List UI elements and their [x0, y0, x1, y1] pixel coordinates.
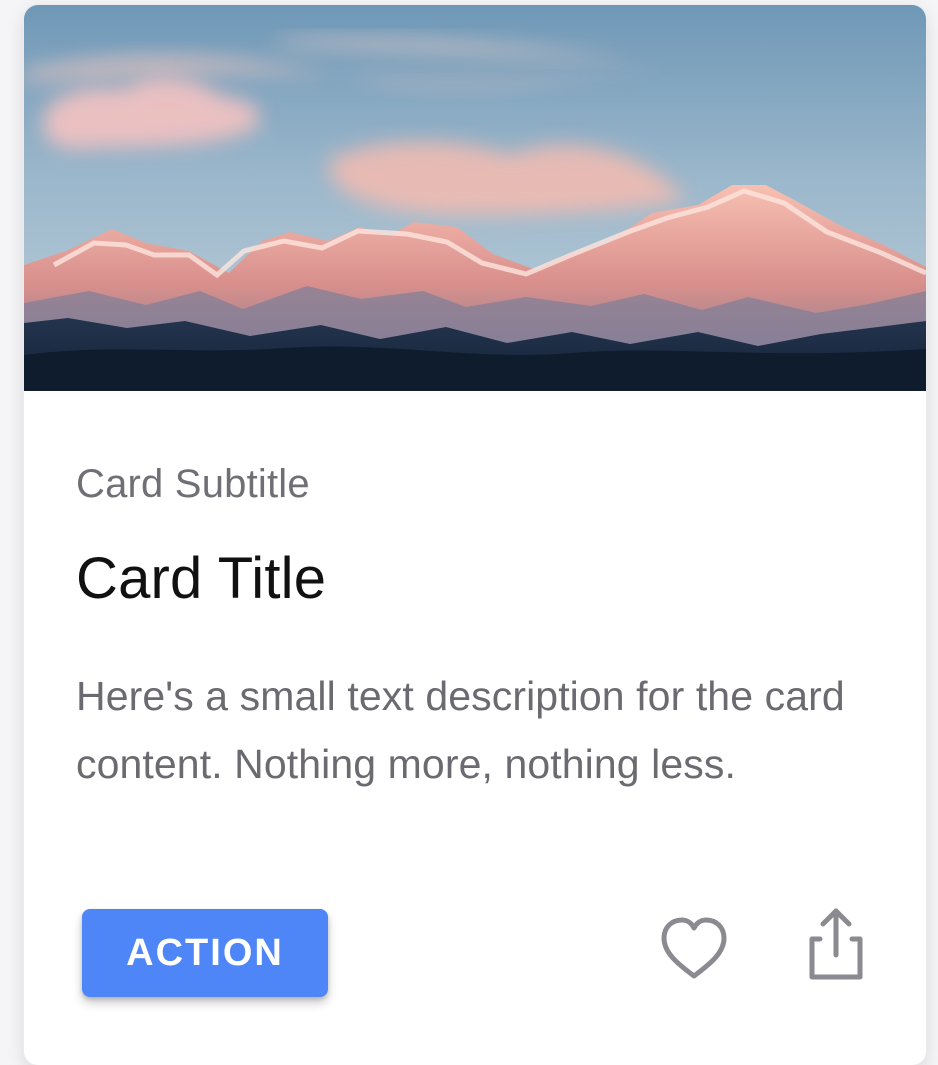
action-button[interactable]: ACTION — [82, 909, 328, 997]
card-title: Card Title — [76, 546, 327, 611]
mountain-illustration — [24, 5, 926, 391]
content-card: Card Subtitle Card Title Here's a small … — [24, 5, 926, 1065]
share-button[interactable] — [796, 905, 876, 985]
card-subtitle: Card Subtitle — [76, 462, 310, 506]
mountain-image — [24, 5, 926, 391]
share-icon — [809, 908, 863, 980]
heart-icon — [661, 917, 727, 979]
card-description: Here's a small text description for the … — [76, 673, 845, 787]
favorite-button[interactable] — [654, 910, 734, 990]
